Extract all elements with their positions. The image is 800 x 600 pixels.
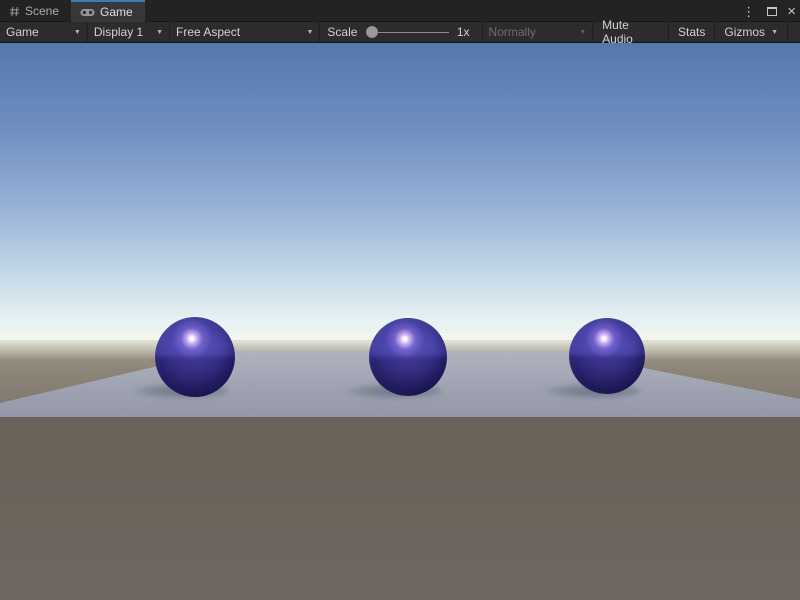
- scale-slider-knob[interactable]: [366, 26, 378, 38]
- stats-button[interactable]: Stats: [669, 22, 715, 42]
- unity-game-window: Scene Game ⋮ × Game ▼ Display 1 ▼ Free A…: [0, 0, 800, 600]
- aspect-ratio-popup[interactable]: Free Aspect ▼: [170, 22, 320, 42]
- close-icon[interactable]: ×: [787, 4, 796, 19]
- blue-sphere-2: [369, 318, 447, 396]
- chevron-down-icon: ▼: [573, 29, 586, 36]
- window-controls: ⋮ ×: [740, 0, 796, 22]
- blue-sphere-1: [155, 317, 235, 397]
- display-popup-label: Display 1: [94, 25, 143, 39]
- game-view-popup[interactable]: Game ▼: [0, 22, 88, 42]
- scale-control: Scale 1x: [320, 22, 476, 42]
- chevron-down-icon: ▼: [68, 29, 81, 36]
- blue-sphere-3: [569, 318, 645, 394]
- scale-slider[interactable]: [363, 22, 450, 42]
- aspect-ratio-popup-label: Free Aspect: [176, 25, 240, 39]
- game-viewport[interactable]: [0, 43, 800, 600]
- chevron-down-icon: ▼: [150, 29, 163, 36]
- kebab-menu-icon[interactable]: ⋮: [740, 5, 757, 18]
- tab-bar: Scene Game ⋮ ×: [0, 0, 800, 22]
- game-view-toolbar: Game ▼ Display 1 ▼ Free Aspect ▼ Scale 1…: [0, 22, 800, 43]
- foreground-ground: [0, 417, 800, 600]
- tab-scene[interactable]: Scene: [0, 0, 71, 22]
- game-view-popup-label: Game: [6, 25, 39, 39]
- scale-value: 1x: [457, 25, 470, 39]
- display-popup[interactable]: Display 1 ▼: [88, 22, 170, 42]
- tab-game-label: Game: [100, 5, 133, 19]
- tab-scene-label: Scene: [25, 4, 59, 18]
- toolbar-spacer: [788, 22, 800, 42]
- mute-audio-label: Mute Audio: [602, 18, 659, 46]
- play-focus-popup-label: Normally: [489, 25, 536, 39]
- mute-audio-button[interactable]: Mute Audio: [593, 22, 669, 42]
- chevron-down-icon: ▼: [765, 29, 778, 36]
- chevron-down-icon: ▼: [300, 29, 313, 36]
- play-focus-popup: Normally ▼: [482, 22, 594, 42]
- scale-slider-track[interactable]: [373, 32, 448, 33]
- maximize-icon[interactable]: [767, 7, 777, 16]
- gamepad-icon: [80, 7, 95, 18]
- scene-grid-icon: [9, 6, 20, 17]
- gizmos-dropdown[interactable]: Gizmos ▼: [715, 22, 788, 42]
- scale-label: Scale: [327, 25, 357, 39]
- gizmos-label: Gizmos: [724, 25, 765, 39]
- tab-game[interactable]: Game: [71, 0, 145, 22]
- stats-label: Stats: [678, 25, 705, 39]
